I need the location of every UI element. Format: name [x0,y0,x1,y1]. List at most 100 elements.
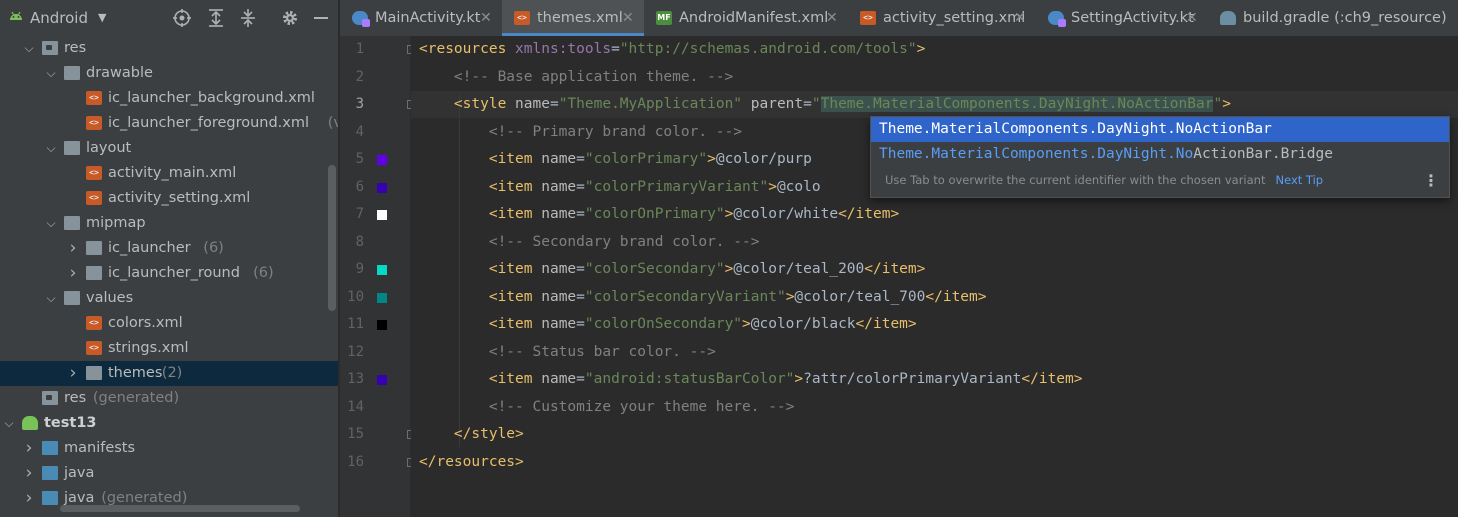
tree-item-res[interactable]: res (generated) [0,386,338,411]
line-number: 15 [347,426,364,442]
code-line: <item name="colorPrimaryVariant">@colo [488,178,821,195]
chevron-right-icon[interactable]: › [66,236,80,261]
tab-build-gradle-ch9-resource-[interactable]: build.gradle (:ch9_resource) [1208,0,1458,36]
module-icon [22,416,38,430]
vertical-scrollbar[interactable] [328,165,336,311]
gear-icon[interactable] [280,8,300,28]
code-line: <!-- Base application theme. --> [419,68,734,85]
more-vertical-icon[interactable]: ⋮ [1423,171,1439,190]
completion-item[interactable]: Theme.MaterialComponents.DayNight.NoActi… [871,142,1449,167]
view-selector[interactable]: Android [30,8,88,28]
code-line: <!-- Status bar color. --> [419,343,716,360]
chevron-down-icon[interactable]: ⌵ [44,61,58,86]
tree-item-label: ic_launcher_foreground.xml [108,115,310,131]
chevron-right-icon[interactable]: › [66,261,80,286]
chevron-down-icon[interactable]: ⌵ [44,211,58,236]
line-number: 3 [355,96,364,112]
chevron-right-icon[interactable]: › [22,461,36,486]
tab-themes-xml[interactable]: <> themes.xml ✕ [502,0,644,36]
color-swatch-icon[interactable] [377,265,387,275]
minimize-icon[interactable] [312,8,330,28]
tree-item-count: (2) [161,365,183,381]
chevron-down-icon[interactable]: ⌵ [2,411,16,436]
tree-item-drawable[interactable]: ⌵ drawable [0,61,338,86]
color-swatch-icon[interactable] [377,210,387,220]
tree-item-res[interactable]: ⌵ res [0,36,338,61]
code-line: </resources> [419,453,524,470]
tree-item-count: (generated) [92,390,180,406]
chevron-right-icon[interactable]: › [22,436,36,461]
chevron-right-icon[interactable]: › [66,361,80,386]
editor-gutter: 1 2 3 4 5 6 7 8 9 10 11 12 13 14 15 16 [340,36,416,517]
chevron-down-icon[interactable]: ▼ [98,8,106,28]
code-line: <!-- Customize your theme here. --> [419,398,795,415]
collapse-all-icon[interactable] [238,8,258,28]
line-number: 8 [355,233,364,250]
tree-item-count: (6) [203,240,224,256]
xml-file-icon: <> [86,91,102,105]
color-swatch-icon[interactable] [377,292,387,303]
line-number: 2 [355,68,364,85]
expand-all-icon[interactable] [206,8,226,28]
xml-file-icon: <> [86,191,102,205]
tab-androidmanifest-xml[interactable]: MF AndroidManifest.xml ✕ [644,0,848,36]
crosshair-icon[interactable] [172,8,192,28]
xml-file-icon: <> [86,116,102,130]
tree-item-activity-main-xml[interactable]: <> activity_main.xml [0,161,338,186]
tree-item-label: layout [86,140,132,156]
res-folder-icon [42,391,58,405]
folder-icon [42,491,58,505]
color-swatch-icon[interactable] [377,320,387,330]
tree-item-java[interactable]: › java [0,461,338,486]
chevron-down-icon[interactable]: ⌵ [44,286,58,311]
chevron-down-icon[interactable]: ⌵ [22,36,36,61]
color-swatch-icon[interactable] [377,375,387,385]
tree-item-strings-xml[interactable]: <> strings.xml [0,336,338,361]
tree-item-activity-setting-xml[interactable]: <> activity_setting.xml [0,186,338,211]
res-folder-icon [42,41,58,55]
next-tip-link[interactable]: Next Tip [1275,173,1323,187]
completion-item[interactable]: Theme.MaterialComponents.DayNight.NoActi… [871,117,1449,142]
close-icon[interactable]: ✕ [1014,0,1026,36]
tree-item-themes[interactable]: › themes (2) [0,361,338,386]
color-swatch-icon[interactable] [377,182,387,193]
tree-item-test13[interactable]: ⌵ test13 [0,411,338,436]
tree-item-ic-launcher-background-xml[interactable]: <> ic_launcher_background.xml [0,86,338,111]
tree-item-colors-xml[interactable]: <> colors.xml [0,311,338,336]
code-line: <item name="colorSecondary">@color/teal_… [488,261,926,277]
tab-activity-setting-xml[interactable]: <> activity_setting.xml ✕ [848,0,1036,36]
line-number: 16 [347,453,364,470]
line-number: 12 [347,343,364,360]
color-swatch-icon[interactable] [377,155,387,165]
tree-item-ic-launcher[interactable]: › ic_launcher (6) [0,236,338,261]
kotlin-file-icon [352,11,370,27]
line-number: 14 [347,398,364,415]
tree-item-ic-launcher-round[interactable]: › ic_launcher_round (6) [0,261,338,286]
line-number: 7 [355,206,364,222]
tab-mainactivity-kt[interactable]: MainActivity.kt ✕ [340,0,502,36]
close-icon[interactable]: ✕ [622,0,634,36]
completion-hint: Use Tab to overwrite the current identif… [885,173,1323,187]
tree-item-manifests[interactable]: › manifests [0,436,338,461]
tree-item-layout[interactable]: ⌵ layout [0,136,338,161]
tree-item-mipmap[interactable]: ⌵ mipmap [0,211,338,236]
tab-settingactivity-kt[interactable]: SettingActivity.kt ✕ [1036,0,1208,36]
code-editor[interactable]: <resources xmlns:tools="http://schemas.a… [411,36,1458,517]
code-line: <item name="colorPrimary">@color/purp [488,151,812,167]
tree-item-values[interactable]: ⌵ values [0,286,338,311]
close-icon[interactable]: ✕ [480,0,492,36]
xml-file-icon: <> [514,11,530,25]
close-icon[interactable]: ✕ [1186,0,1198,36]
folder-icon [42,466,58,480]
chevron-right-icon[interactable]: › [22,486,36,511]
tree-item-label: values [86,290,134,306]
tree-item-count: (6) [253,265,274,281]
tree-item-label: java [64,465,95,481]
code-line: <!-- Primary brand color. --> [419,123,743,140]
close-icon[interactable]: ✕ [826,0,838,36]
tree-item-ic-launcher-foreground-xml[interactable]: <> ic_launcher_foreground.xml (v24) [0,111,338,136]
line-number: 13 [347,371,364,387]
horizontal-scrollbar[interactable] [60,505,300,512]
line-number: 1 [355,41,364,57]
chevron-down-icon[interactable]: ⌵ [44,136,58,161]
